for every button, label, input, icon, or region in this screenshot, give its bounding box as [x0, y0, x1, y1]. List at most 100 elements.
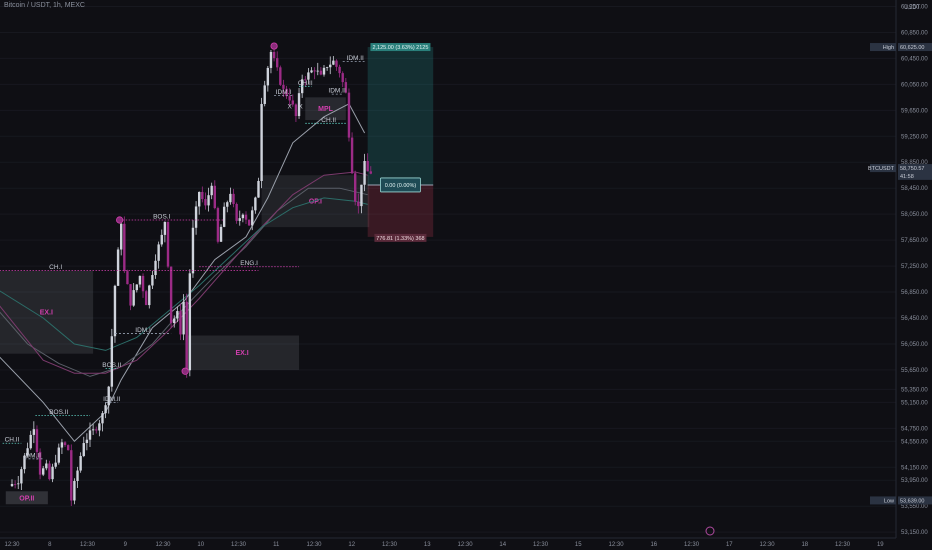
- candle-body: [73, 480, 76, 501]
- candle-body: [29, 434, 32, 449]
- price-tick-label: 60,450.00: [901, 56, 928, 62]
- x-mark: X: [288, 103, 293, 110]
- candle-body: [254, 197, 257, 211]
- price-tick-label: 55,350.00: [901, 387, 928, 393]
- candle-body: [157, 244, 160, 261]
- candle-body: [176, 311, 179, 319]
- structure-level-label: CH.II: [321, 117, 336, 124]
- structure-level-label: IDM.II: [24, 452, 42, 459]
- time-tick-label: 14: [499, 542, 506, 548]
- price-tick-label: 57,650.00: [901, 238, 928, 244]
- structure-level-label: IDM.II: [103, 396, 121, 403]
- candle-body: [288, 96, 291, 101]
- price-tag-name: Low: [884, 498, 894, 504]
- candle-body: [307, 72, 310, 80]
- candle-body: [313, 70, 316, 72]
- price-tag-value: 53,639.00: [900, 498, 924, 504]
- time-tick-label: 12:30: [80, 542, 96, 548]
- price-tick-label: 53,550.00: [901, 504, 928, 510]
- candle-body: [138, 275, 142, 285]
- zone-label: EX.I: [235, 350, 248, 357]
- structure-level-label: BOS.I: [153, 214, 171, 221]
- candle-body: [132, 290, 135, 306]
- candle-body: [357, 201, 360, 207]
- price-tag-value: 60,625.00: [900, 45, 924, 51]
- candle-body: [269, 51, 273, 68]
- price-tag-value: 41:58: [900, 174, 914, 180]
- candle-body: [335, 60, 338, 67]
- position-center-label: 0.00 (0.00%): [385, 183, 417, 189]
- candle-body: [116, 249, 120, 286]
- time-tick-label: 16: [650, 542, 657, 548]
- price-tick-label: 58,050.00: [901, 212, 928, 218]
- price-tick-label: 54,550.00: [901, 439, 928, 445]
- time-tick-label: 12:30: [231, 542, 247, 548]
- candle-body: [291, 100, 294, 105]
- price-tick-label: 54,150.00: [901, 465, 928, 471]
- price-tick-label: 59,650.00: [901, 108, 928, 114]
- candle-body: [294, 104, 298, 117]
- time-tick-label: 12:30: [4, 542, 20, 548]
- candle-body: [173, 318, 176, 324]
- candle-body: [210, 185, 213, 196]
- candle-body: [54, 462, 57, 467]
- candle-body: [48, 463, 51, 480]
- candle-body: [235, 203, 238, 221]
- candlestick-chart[interactable]: EX.IEX.IOP.IMPLOP.II2,125.00 (3.63%) 212…: [0, 0, 932, 550]
- candle-body: [45, 463, 48, 469]
- structure-level-label: CH.II: [298, 80, 313, 87]
- x-mark: X: [298, 103, 303, 110]
- time-tick-label: 10: [197, 542, 204, 548]
- candle-body: [316, 70, 319, 72]
- candle-body: [160, 234, 163, 245]
- structure-level-label: CH.I: [49, 264, 62, 271]
- candle-body: [272, 51, 276, 59]
- candle-body: [79, 456, 82, 471]
- candle-body: [85, 439, 89, 444]
- candle-body: [216, 208, 220, 242]
- structure-level-label: IDM.II: [347, 55, 365, 62]
- structure-level-label: IDM.I: [135, 327, 151, 334]
- candle-body: [338, 66, 341, 74]
- zone-label: OP.II: [19, 495, 34, 502]
- candle-body: [369, 171, 372, 174]
- candle-body: [325, 67, 329, 69]
- candle-body: [207, 195, 210, 206]
- time-tick-label: 12: [348, 542, 355, 548]
- candle-body: [198, 191, 201, 207]
- candle-body: [182, 301, 185, 335]
- candle-body: [244, 214, 248, 220]
- position-target-label: 2,125.00 (3.63%) 2125: [372, 45, 428, 51]
- candle-body: [191, 227, 195, 274]
- candle-body: [135, 284, 138, 291]
- candle-body: [257, 180, 260, 198]
- candle-body: [219, 226, 223, 242]
- candle-body: [42, 468, 45, 475]
- candle-body: [241, 214, 245, 219]
- candle-body: [276, 58, 279, 68]
- candle-body: [251, 210, 254, 226]
- price-tick-label: 56,850.00: [901, 290, 928, 296]
- candle-body: [151, 275, 154, 286]
- candle-body: [188, 273, 192, 371]
- candle-body: [123, 223, 126, 272]
- position-target-zone: [367, 47, 434, 185]
- candle-body: [360, 184, 363, 207]
- candle-body: [232, 193, 235, 204]
- price-tick-label: 54,750.00: [901, 426, 928, 432]
- position-stop-label: 776.81 (1.33%) 368: [376, 236, 424, 242]
- candle-body: [88, 430, 92, 440]
- zone-label: EX.I: [40, 310, 53, 317]
- time-tick-label: 11: [273, 542, 280, 548]
- chart-stage: EX.I EX.I OP.I MPL OP.II 2,125.00 (3.63%) 212…: [0, 0, 932, 550]
- time-tick-label: 17: [726, 542, 733, 548]
- candle-body: [10, 484, 14, 487]
- candle-body: [32, 429, 36, 435]
- swing-point: [116, 216, 124, 224]
- time-tick-label: 12:30: [684, 542, 700, 548]
- candle-body: [366, 160, 369, 172]
- structure-level-label: IDM.I: [276, 89, 292, 96]
- structure-level-label: IDM.II: [328, 88, 346, 95]
- price-tag-name: High: [883, 45, 894, 51]
- candle-body: [341, 73, 344, 83]
